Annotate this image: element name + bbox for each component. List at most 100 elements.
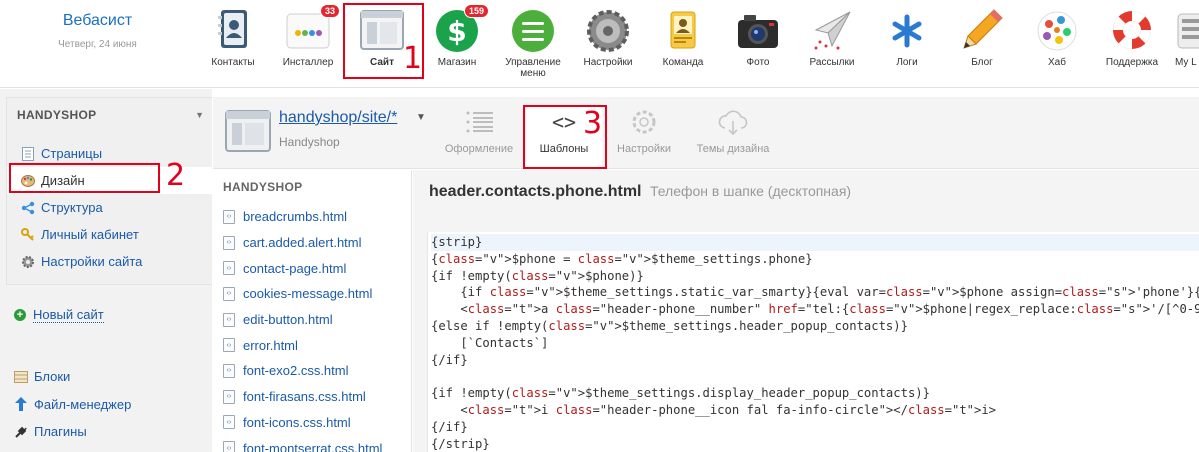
app-label: Поддержка xyxy=(1105,57,1159,68)
tool-blocks[interactable]: Блоки xyxy=(14,363,131,391)
code-line: {strip} xyxy=(431,234,1199,251)
app-team[interactable]: Команда xyxy=(647,6,719,68)
annotation-number: 3 xyxy=(583,106,603,141)
site-path-link[interactable]: handyshop/site/* xyxy=(279,109,397,127)
site-header: handyshop/site/* ▼ Handyshop Оформление … xyxy=(213,97,1199,169)
shop-badge: 159 xyxy=(463,4,489,18)
file-item[interactable]: ‹› font-montserrat.css.html xyxy=(213,435,411,452)
tool-plugins[interactable]: Плагины xyxy=(14,418,131,446)
code-line: {/if} xyxy=(431,352,468,367)
tool-label: Блоки xyxy=(34,369,71,385)
code-line: {if !empty(class="v">$theme_settings.dis… xyxy=(431,386,930,401)
app-menu-manager[interactable]: Управление меню xyxy=(497,6,569,79)
file-name: breadcrumbs.html xyxy=(243,209,348,225)
file-name: font-montserrat.css.html xyxy=(243,440,383,452)
tool-file-manager[interactable]: Файл-менеджер xyxy=(14,391,131,419)
code-line: <class="t">i class="header-phone__icon f… xyxy=(431,402,997,417)
tab-label: Настройки xyxy=(617,143,671,155)
app-support[interactable]: Поддержка xyxy=(1096,6,1168,68)
app-installer[interactable]: 33 Инсталлер xyxy=(272,4,344,68)
app-label: Управление меню xyxy=(505,57,561,79)
svg-text:$: $ xyxy=(447,15,466,48)
file-list-title: HANDYSHOP xyxy=(223,180,303,194)
pencil-icon xyxy=(958,6,1006,54)
code-line: {/if} xyxy=(431,419,468,434)
file-item[interactable]: ‹› cart.added.alert.html xyxy=(213,230,411,256)
code-line: <class="t">a class="header-phone__number… xyxy=(431,302,1199,317)
app-label: Контакты xyxy=(211,57,255,68)
app-contacts[interactable]: Контакты xyxy=(197,6,269,68)
tab-settings[interactable]: Настройки xyxy=(611,107,677,169)
app-label: Настройки xyxy=(583,57,633,68)
pages-icon xyxy=(21,146,35,161)
html-file-icon: ‹› xyxy=(223,415,235,430)
app-label: Рассылки xyxy=(809,57,855,68)
tool-label: Файл-менеджер xyxy=(34,396,132,412)
annotation-number: 2 xyxy=(166,158,186,193)
code-line: [`Contacts`] xyxy=(431,335,549,350)
file-name: font-firasans.css.html xyxy=(243,389,366,405)
tab-label: Темы дизайна xyxy=(696,143,770,155)
lifebuoy-icon xyxy=(1108,6,1156,54)
editor-title: header.contacts.phone.html Телефон в шап… xyxy=(429,183,851,201)
template-description: Телефон в шапке (десктопная) xyxy=(649,183,852,199)
caret-down-icon[interactable]: ▼ xyxy=(416,112,426,123)
file-item[interactable]: ‹› breadcrumbs.html xyxy=(213,204,411,230)
settings-gear-icon xyxy=(584,6,632,54)
code-line: {if class="v">$theme_settings.static_var… xyxy=(431,285,1199,300)
file-item[interactable]: ‹› error.html xyxy=(213,332,411,358)
app-settings[interactable]: Настройки xyxy=(572,6,644,68)
html-file-icon: ‹› xyxy=(223,312,235,327)
new-site-link[interactable]: + Новый сайт xyxy=(14,307,104,323)
list-icon xyxy=(464,107,494,137)
file-item[interactable]: ‹› font-icons.css.html xyxy=(213,410,411,436)
chevron-down-icon[interactable]: ▼ xyxy=(195,110,204,120)
site-icon xyxy=(224,107,272,155)
cloud-download-icon xyxy=(718,107,748,137)
file-items: ‹› breadcrumbs.html ‹› cart.added.alert.htm… xyxy=(213,204,411,452)
app-window: Вебасист Четверг, 24 июня Контакты 33 Ин… xyxy=(0,0,1199,452)
annotation-number: 1 xyxy=(403,41,423,76)
tab-design-themes[interactable]: Темы дизайна xyxy=(691,107,775,169)
app-logs[interactable]: Логи xyxy=(871,6,943,68)
brand-name[interactable]: Вебасист xyxy=(0,12,195,30)
tab-appearance[interactable]: Оформление xyxy=(438,107,520,169)
app-hub[interactable]: Хаб xyxy=(1021,6,1093,68)
sidebar-item-site-settings[interactable]: Настройки сайта xyxy=(7,248,212,275)
key-icon xyxy=(21,227,35,242)
cog-icon xyxy=(629,107,659,137)
app-photos[interactable]: Фото xyxy=(722,6,794,68)
file-item[interactable]: ‹› contact-page.html xyxy=(213,255,411,281)
file-item[interactable]: ‹› font-exo2.css.html xyxy=(213,358,411,384)
app-label: Блог xyxy=(971,57,993,68)
file-item[interactable]: ‹› font-firasans.css.html xyxy=(213,384,411,410)
upload-arrow-icon xyxy=(14,397,28,412)
html-file-icon: ‹› xyxy=(223,261,235,276)
app-bar: Вебасист Четверг, 24 июня Контакты 33 Ин… xyxy=(0,0,1199,88)
tools-list: Блоки Файл-менеджер Плагины xyxy=(14,363,131,446)
file-item[interactable]: ‹› cookies-message.html xyxy=(213,281,411,307)
file-name: font-exo2.css.html xyxy=(243,363,349,379)
app-label: Команда xyxy=(662,57,704,68)
code-line: {/strip} xyxy=(431,436,490,451)
html-file-icon: ‹› xyxy=(223,235,235,250)
blocks-icon xyxy=(14,370,28,384)
team-icon xyxy=(659,6,707,54)
app-mylang[interactable]: My L xyxy=(1170,6,1199,68)
file-item[interactable]: ‹› edit-button.html xyxy=(213,307,411,333)
app-blog[interactable]: Блог xyxy=(946,6,1018,68)
sidebar-item-account[interactable]: Личный кабинет xyxy=(7,221,212,248)
app-label: Магазин xyxy=(437,57,477,68)
html-file-icon: ‹› xyxy=(223,286,235,301)
code-line: {else if !empty(class="v">$theme_setting… xyxy=(431,318,908,333)
shop-icon: $ 159 xyxy=(433,4,489,54)
annotation-box-design xyxy=(9,163,160,193)
sidebar-item-structure[interactable]: Структура xyxy=(7,194,212,221)
plug-icon xyxy=(14,425,28,439)
site-nav-title: HANDYSHOP xyxy=(17,108,97,122)
app-shop[interactable]: $ 159 Магазин xyxy=(421,4,493,68)
html-file-icon: ‹› xyxy=(223,389,235,404)
app-mailer[interactable]: Рассылки xyxy=(796,6,868,68)
code-editor[interactable]: {strip} {class="v">$phone = class="v">$th… xyxy=(427,232,1199,452)
code-line: {class="v">$phone = class="v">$theme_set… xyxy=(431,251,813,266)
